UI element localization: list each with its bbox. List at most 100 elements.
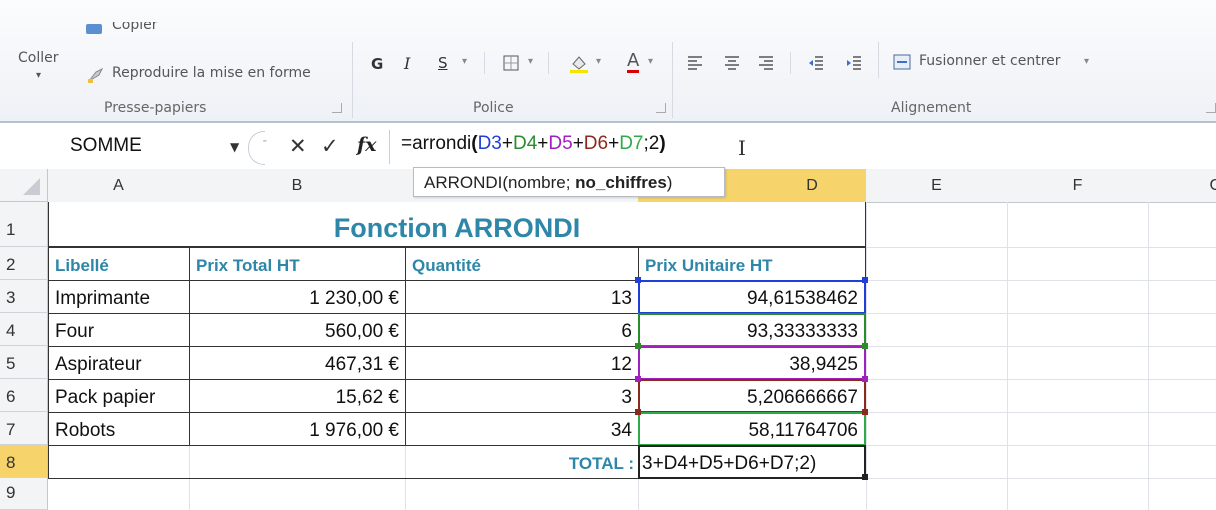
cell-b4[interactable]: 560,00 € bbox=[189, 313, 406, 347]
select-all-corner[interactable] bbox=[0, 169, 48, 202]
cell-a6[interactable]: Pack papier bbox=[48, 379, 190, 413]
row-header-2[interactable]: 2 bbox=[0, 247, 48, 280]
separator bbox=[878, 42, 879, 78]
row-header-6[interactable]: 6 bbox=[0, 379, 48, 412]
formula-ref-d3: D3 bbox=[477, 133, 502, 154]
formula-input[interactable]: =arrondi(D3+D4+D5+D6+D7;2) bbox=[401, 133, 666, 155]
name-box-dropdown-icon[interactable]: ▼ bbox=[230, 140, 239, 154]
sheet-title[interactable]: Fonction ARRONDI bbox=[48, 202, 866, 247]
name-box[interactable]: SOMME bbox=[70, 135, 142, 157]
range-handle[interactable] bbox=[862, 343, 868, 349]
fill-color-icon[interactable] bbox=[568, 52, 590, 74]
ribbon: Coller ▾ Copier Reproduire la mise en fo… bbox=[0, 0, 1216, 122]
cell-d3[interactable]: 94,61538462 bbox=[638, 280, 866, 314]
increase-indent-icon[interactable] bbox=[846, 55, 862, 71]
enter-icon[interactable]: ✓ bbox=[321, 134, 339, 158]
bold-button[interactable]: G bbox=[371, 55, 383, 73]
cell-a5[interactable]: Aspirateur bbox=[48, 346, 190, 380]
borders-dropdown-icon[interactable]: ▾ bbox=[528, 56, 533, 67]
column-header-b[interactable]: B bbox=[189, 169, 406, 203]
italic-button[interactable]: I bbox=[404, 54, 410, 73]
formula-bar-handle-icon: ⁃ bbox=[262, 135, 268, 148]
row-header-8[interactable]: 8 bbox=[0, 445, 48, 478]
fill-color-dropdown-icon[interactable]: ▾ bbox=[596, 56, 601, 67]
column-header-g[interactable]: G bbox=[1148, 169, 1216, 203]
format-painter-button[interactable]: Reproduire la mise en forme bbox=[112, 65, 311, 81]
cell-a7[interactable]: Robots bbox=[48, 412, 190, 446]
paste-button[interactable]: Coller bbox=[18, 50, 59, 66]
police-group-label: Police bbox=[473, 100, 514, 116]
group-separator bbox=[352, 42, 353, 118]
font-color-dropdown-icon[interactable]: ▾ bbox=[648, 56, 653, 67]
cell-d4[interactable]: 93,33333333 bbox=[638, 313, 866, 347]
separator bbox=[484, 52, 485, 74]
gridline bbox=[1148, 202, 1149, 510]
copy-button[interactable]: Copier bbox=[112, 22, 158, 34]
header-quantite[interactable]: Quantité bbox=[405, 247, 639, 281]
align-left-icon[interactable] bbox=[687, 55, 703, 71]
row-header-4[interactable]: 4 bbox=[0, 313, 48, 346]
font-color-button[interactable]: A bbox=[627, 52, 640, 73]
decrease-indent-icon[interactable] bbox=[808, 55, 824, 71]
cell-c3[interactable]: 13 bbox=[405, 280, 639, 314]
cell-c5[interactable]: 12 bbox=[405, 346, 639, 380]
range-handle[interactable] bbox=[635, 409, 641, 415]
gridline bbox=[866, 202, 867, 510]
cell-b7[interactable]: 1 976,00 € bbox=[189, 412, 406, 446]
cell-b5[interactable]: 467,31 € bbox=[189, 346, 406, 380]
cell-c7[interactable]: 34 bbox=[405, 412, 639, 446]
column-header-e[interactable]: E bbox=[866, 169, 1008, 203]
range-handle[interactable] bbox=[862, 409, 868, 415]
range-handle[interactable] bbox=[862, 277, 868, 283]
cell-d5[interactable]: 38,9425 bbox=[638, 346, 866, 380]
tooltip-active-arg[interactable]: no_chiffres bbox=[575, 173, 667, 192]
row-header-9[interactable]: 9 bbox=[0, 478, 48, 510]
merge-center-icon[interactable] bbox=[893, 54, 911, 70]
cell-c4[interactable]: 6 bbox=[405, 313, 639, 347]
borders-icon[interactable] bbox=[503, 55, 519, 71]
merge-center-button[interactable]: Fusionner et centrer bbox=[919, 53, 1061, 69]
insert-function-button[interactable]: fx bbox=[357, 134, 377, 156]
row-header-5[interactable]: 5 bbox=[0, 346, 48, 379]
cell-a3[interactable]: Imprimante bbox=[48, 280, 190, 314]
underline-button[interactable]: S bbox=[438, 54, 448, 72]
formula-plus: + bbox=[537, 133, 549, 154]
header-prix-total[interactable]: Prix Total HT bbox=[189, 247, 406, 281]
alignment-launcher-icon[interactable] bbox=[1206, 103, 1216, 113]
function-tooltip: ARRONDI(nombre; no_chiffres) bbox=[413, 167, 725, 197]
align-right-icon[interactable] bbox=[758, 55, 774, 71]
row-header-3[interactable]: 3 bbox=[0, 280, 48, 313]
underline-dropdown-icon[interactable]: ▾ bbox=[462, 56, 467, 67]
range-handle[interactable] bbox=[635, 376, 641, 382]
column-header-a[interactable]: A bbox=[48, 169, 190, 203]
cell-d7[interactable]: 58,11764706 bbox=[638, 412, 866, 446]
cell-d8-editing[interactable]: 3+D4+D5+D6+D7;2) bbox=[638, 445, 866, 479]
font-launcher-icon[interactable] bbox=[656, 103, 666, 113]
cell-c6[interactable]: 3 bbox=[405, 379, 639, 413]
formula-ref-d7: D7 bbox=[619, 133, 644, 154]
range-handle[interactable] bbox=[635, 277, 641, 283]
cancel-icon[interactable]: ✕ bbox=[289, 134, 307, 158]
merge-dropdown-icon[interactable]: ▾ bbox=[1084, 56, 1089, 67]
paste-dropdown-icon[interactable]: ▾ bbox=[36, 70, 41, 81]
total-label[interactable]: TOTAL : bbox=[48, 445, 639, 479]
clipboard-launcher-icon[interactable] bbox=[332, 103, 342, 113]
separator bbox=[548, 52, 549, 74]
column-header-f[interactable]: F bbox=[1007, 169, 1149, 203]
range-handle[interactable] bbox=[635, 343, 641, 349]
row-header-1[interactable]: 1 bbox=[0, 202, 48, 247]
range-handle[interactable] bbox=[862, 376, 868, 382]
cell-a4[interactable]: Four bbox=[48, 313, 190, 347]
cell-d6[interactable]: 5,206666667 bbox=[638, 379, 866, 413]
fill-handle[interactable] bbox=[862, 474, 868, 480]
row-header-7[interactable]: 7 bbox=[0, 412, 48, 445]
format-painter-icon bbox=[86, 66, 106, 84]
formula-plus: + bbox=[572, 133, 584, 154]
cell-b6[interactable]: 15,62 € bbox=[189, 379, 406, 413]
formula-arg: ;2 bbox=[643, 133, 660, 154]
header-prix-unitaire[interactable]: Prix Unitaire HT bbox=[638, 247, 866, 281]
group-separator bbox=[672, 42, 673, 118]
cell-b3[interactable]: 1 230,00 € bbox=[189, 280, 406, 314]
align-center-icon[interactable] bbox=[724, 55, 740, 71]
header-libelle[interactable]: Libellé bbox=[48, 247, 190, 281]
